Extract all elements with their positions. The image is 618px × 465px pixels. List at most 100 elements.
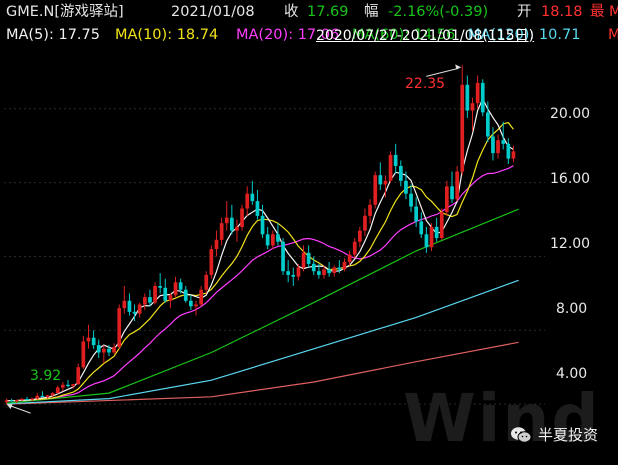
candle-body: [368, 204, 372, 216]
candle: [455, 166, 459, 202]
candle-body: [419, 221, 424, 235]
candle-body: [30, 398, 34, 400]
candle-body: [352, 241, 357, 255]
candle-body: [214, 239, 219, 249]
candle-body: [117, 308, 122, 347]
candle-body: [45, 395, 50, 398]
candle-body: [55, 387, 60, 393]
candle-body: [178, 282, 183, 290]
candle-body: [71, 384, 75, 386]
candle: [86, 324, 91, 349]
candle-body: [137, 304, 142, 314]
candle-body: [399, 166, 403, 181]
candle: [424, 226, 429, 253]
candle: [434, 217, 439, 242]
candle: [445, 180, 449, 216]
wechat-icon: [511, 426, 532, 443]
open-value: 18.18: [541, 4, 583, 20]
candle: [368, 199, 372, 224]
candle-body: [199, 289, 203, 305]
candle: [81, 335, 86, 370]
candle-body: [496, 140, 500, 154]
candle: [496, 134, 500, 159]
candle: [388, 151, 393, 183]
candle-body: [245, 193, 250, 209]
candle-body: [250, 193, 255, 202]
candle-body: [132, 311, 137, 314]
candle: [301, 245, 306, 272]
candle: [276, 223, 280, 246]
candle-body: [189, 300, 193, 307]
candle-body: [337, 267, 342, 270]
candle: [475, 75, 480, 109]
candle: [281, 238, 285, 275]
candle-body: [358, 230, 362, 242]
candle-body: [66, 384, 70, 387]
candle: [117, 304, 122, 349]
candle: [153, 282, 157, 305]
candle-body: [148, 297, 152, 303]
candle: [55, 385, 60, 394]
candle-body: [491, 136, 495, 154]
candle-body: [501, 140, 506, 144]
candle-body: [127, 300, 132, 312]
low-arrow-line: [8, 404, 31, 414]
candle-body: [373, 175, 378, 205]
candle-body: [235, 226, 239, 231]
candle-body: [455, 171, 459, 200]
candle: [352, 238, 357, 259]
candle: [143, 293, 147, 310]
candle-body: [183, 289, 188, 301]
y-tick-label: 12.00: [550, 236, 591, 252]
candle-body: [465, 84, 470, 111]
candle-body: [393, 154, 398, 166]
candle: [102, 345, 106, 364]
candle: [25, 396, 29, 401]
change-label: 幅: [364, 4, 379, 20]
candle-body: [219, 223, 224, 240]
candle-body: [347, 254, 352, 262]
quote-header: GME.N[游戏驿站] 2021/01/08 收 17.69 幅 -2.16%(…: [0, 0, 618, 24]
candle-body: [168, 295, 173, 301]
candle-body: [414, 206, 418, 222]
candle: [183, 286, 188, 303]
candle-body: [439, 212, 444, 238]
header-extra-1: 最: [590, 4, 605, 20]
candle: [358, 226, 362, 248]
ma-tail: M: [608, 27, 618, 43]
candle-body: [173, 282, 178, 296]
candle: [199, 286, 203, 307]
candle: [66, 380, 70, 388]
candle-body: [102, 348, 106, 353]
candle-body: [378, 175, 383, 185]
candle-body: [143, 297, 147, 305]
y-tick-label: 8.00: [556, 301, 588, 317]
candle: [419, 212, 424, 238]
candle-body: [158, 286, 162, 288]
candle: [224, 201, 229, 231]
header-extra-2: M: [609, 4, 618, 20]
wind-watermark: Wind: [403, 380, 601, 457]
candle-body: [470, 103, 475, 111]
candle-body: [281, 241, 285, 272]
candle-body: [296, 267, 301, 277]
candle-body: [424, 234, 429, 248]
candle-body: [271, 234, 275, 246]
y-tick-label: 20.00: [550, 106, 591, 122]
candle-body: [286, 271, 290, 275]
ticker-name[interactable]: GME.N[游戏驿站]: [6, 0, 124, 24]
candle: [112, 343, 116, 355]
candle: [373, 171, 378, 209]
candle-body: [230, 217, 234, 231]
candle-body: [240, 208, 244, 227]
candle-body: [506, 143, 511, 159]
candle: [291, 267, 296, 286]
candle: [61, 382, 65, 392]
candle-body: [434, 226, 439, 238]
candle-body: [153, 286, 157, 303]
open-label: 开: [517, 4, 532, 20]
date-range-tooltip[interactable]: 2020/07/27-2021/01/08(115日): [316, 26, 534, 46]
candle-body: [363, 215, 367, 231]
candle: [219, 217, 224, 246]
candle: [214, 230, 219, 257]
